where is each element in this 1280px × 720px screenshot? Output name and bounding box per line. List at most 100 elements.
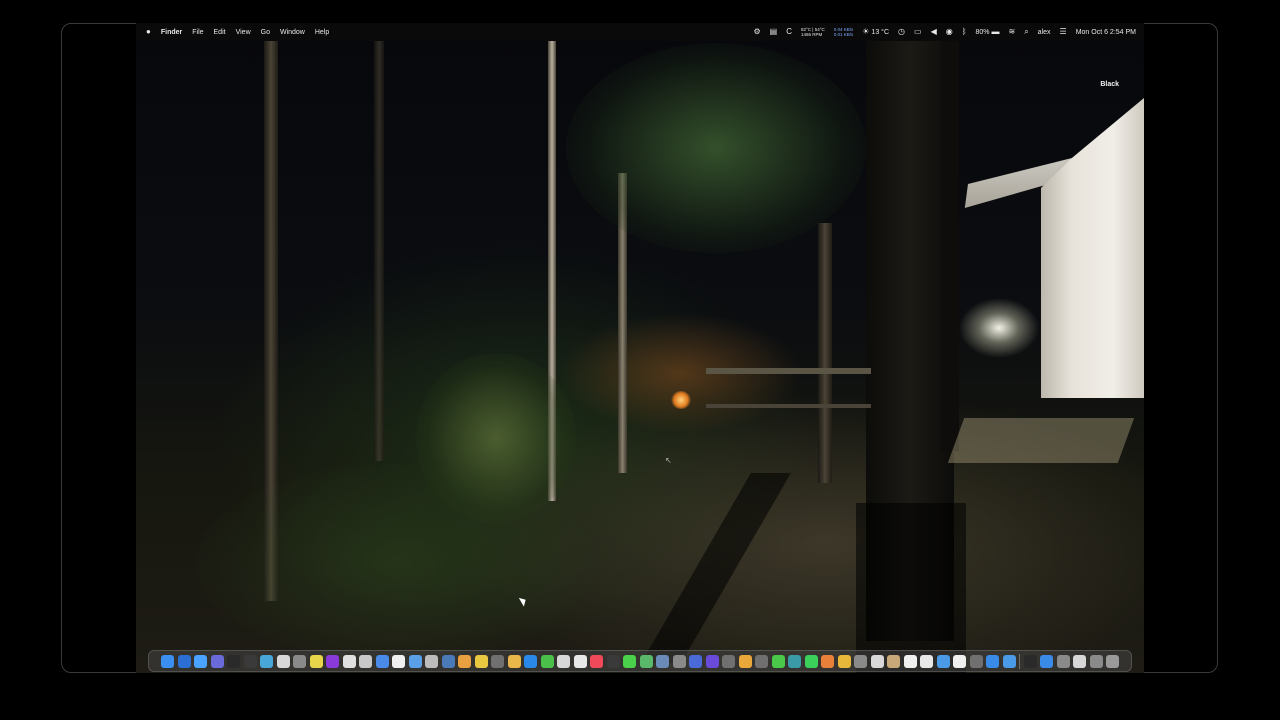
menu-app-name[interactable]: Finder [161,29,182,36]
weather[interactable]: ☀ 13 °C [862,27,890,37]
control-icon[interactable] [243,654,257,668]
clock-icon[interactable]: ◷ [898,28,905,36]
calculator-icon[interactable] [969,654,983,668]
notes-icon[interactable] [276,654,290,668]
fan-rpm: 1466 RPM [801,32,823,37]
whatsapp-icon[interactable] [804,654,818,668]
volume-icon[interactable]: ◀ [931,28,937,36]
preview-icon[interactable] [656,654,669,668]
messages-icon[interactable] [623,654,636,668]
stickies-icon[interactable] [309,654,323,668]
star-icon[interactable] [705,654,719,668]
todo-icon[interactable] [837,654,851,668]
screenshot-icon[interactable] [854,654,867,668]
menu-window[interactable]: Window [280,29,305,36]
appstore2-icon[interactable] [1040,654,1053,668]
refresh-icon[interactable]: C [786,28,792,36]
camera-icon[interactable] [359,654,372,668]
disk-icon[interactable] [441,654,455,668]
menu-bar: ● Finder File Edit View Go Window Help ⚙… [136,23,1144,41]
music-icon[interactable] [590,654,603,668]
archive-icon[interactable] [722,654,735,668]
finder-icon[interactable] [161,654,174,668]
contacts-icon[interactable] [887,654,900,668]
grid-icon[interactable] [606,654,620,668]
facetime-icon[interactable] [771,654,785,668]
wifi-status-icon[interactable]: ≋ [1008,28,1015,36]
trash-folder-icon[interactable] [177,654,191,668]
net-down: 0.01 KB/s [833,32,854,37]
keychain-icon[interactable] [755,654,768,668]
browser-icon[interactable] [375,654,389,668]
apple2-icon[interactable] [1056,654,1070,668]
battery-percent: 80% [975,29,990,36]
server-icon[interactable] [491,654,504,668]
user-name[interactable]: alex [1038,29,1051,36]
pencil-icon[interactable] [507,654,521,668]
ground-foliage [196,463,596,663]
document-icon[interactable] [342,654,356,668]
tree-trunk [941,41,959,451]
gift-icon[interactable]: ▤ [770,28,778,36]
settings-icon[interactable] [293,654,306,668]
airplay-icon[interactable]: ◉ [946,28,953,36]
menu-edit[interactable]: Edit [214,29,226,36]
vpn-icon[interactable] [788,654,801,668]
onenote-icon[interactable] [326,654,339,668]
search-icon[interactable]: ⌕ [1024,28,1028,36]
desktop-screen: Black ↖ ● Finder File Edit View Go Windo… [136,23,1144,673]
stopwatch-icon[interactable] [458,654,471,668]
picnic-table [706,368,871,408]
compass-icon[interactable] [408,654,422,668]
safari-icon[interactable] [194,654,207,668]
printer-icon[interactable] [425,654,438,668]
maps-icon[interactable] [639,654,653,668]
tools-icon[interactable] [1089,654,1103,668]
pine-foliage [566,43,866,253]
trash-icon[interactable] [1106,654,1119,668]
rv-trailer [1041,98,1144,398]
numbers-icon[interactable] [540,654,554,668]
tree-trunk [374,41,384,461]
menu-file[interactable]: File [192,29,203,36]
mail-icon[interactable] [920,654,933,668]
console-icon[interactable] [1023,654,1037,668]
textedit-icon[interactable] [392,654,405,668]
terminal-icon[interactable] [227,654,240,668]
calendar-icon[interactable] [210,654,224,668]
firefox-icon[interactable] [821,654,834,668]
control-center-icon[interactable]: ☰ [1060,28,1067,36]
bluetooth-icon[interactable]: ᛒ [962,28,967,36]
facebook-icon[interactable] [689,654,702,668]
desktop-label: Black [1100,81,1119,88]
calendar-6-icon[interactable] [953,654,966,668]
menu-help[interactable]: Help [315,29,329,36]
display-icon[interactable]: ▭ [914,28,922,36]
chat-icon[interactable] [936,654,950,668]
network-stats[interactable]: 0.04 KB/s 0.01 KB/s [834,27,854,37]
appstore-icon[interactable] [986,654,999,668]
utility-icon[interactable] [672,654,686,668]
apple-menu-icon[interactable]: ● [146,28,151,36]
xcode-icon[interactable] [524,654,537,668]
textedit2-icon[interactable] [903,654,917,668]
menu-go[interactable]: Go [261,29,270,36]
weather-temp: 13 °C [871,29,890,36]
secondary-cursor-icon: ↖ [665,456,672,465]
network-icon[interactable] [260,654,273,668]
dock-separator [1019,653,1020,669]
datetime[interactable]: Mon Oct 6 2:54 PM [1076,29,1136,36]
info-icon[interactable] [870,654,884,668]
gear-icon[interactable]: ⚙ [753,28,760,36]
menu-view[interactable]: View [236,29,251,36]
sun-icon: ☀ [862,27,870,36]
document2-icon[interactable] [1073,654,1086,668]
wifi-icon[interactable] [1002,654,1016,668]
chrome-icon[interactable] [474,654,488,668]
coin-icon[interactable] [738,654,752,668]
file-icon[interactable] [573,654,587,668]
battery[interactable]: 80% ▬ [975,28,1000,37]
system-stats[interactable]: 82°C | 54°C 1466 RPM [801,27,825,37]
dock [148,650,1132,672]
clipboard-icon[interactable] [557,654,570,668]
